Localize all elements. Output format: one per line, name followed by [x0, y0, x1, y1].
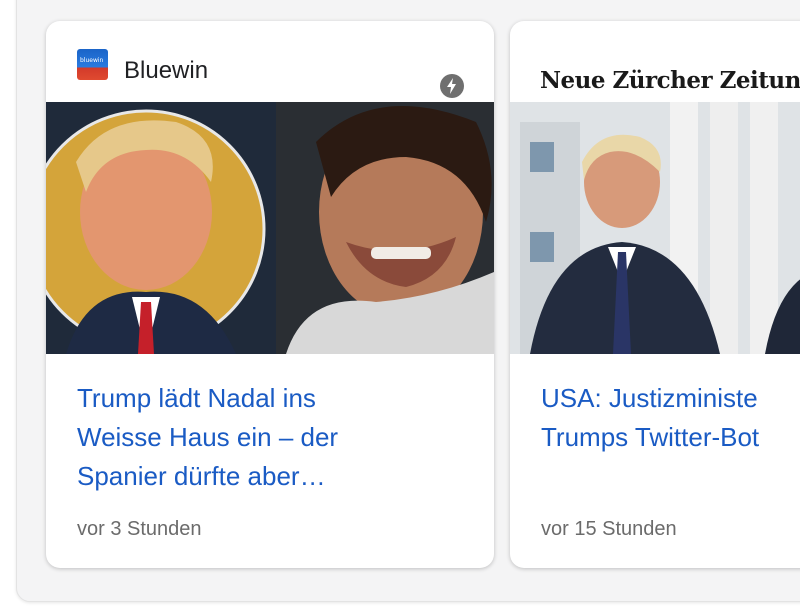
article-timestamp: vor 3 Stunden	[77, 518, 202, 540]
article-image[interactable]	[510, 102, 800, 354]
article-headline[interactable]: USA: Justizministe Trumps Twitter-Bot	[541, 379, 800, 457]
card-header: bluewin Bluewin	[46, 21, 494, 102]
news-card[interactable]: Neue Zürcher Zeitung USA: Justizministe …	[510, 21, 800, 568]
article-headline[interactable]: Trump lädt Nadal ins Weisse Haus ein – d…	[77, 379, 470, 496]
source-name: Neue Zürcher Zeitung	[540, 67, 800, 94]
card-header: Neue Zürcher Zeitung	[510, 21, 800, 102]
news-card[interactable]: bluewin Bluewin Trump lädt Nadal ins Wei…	[46, 21, 494, 568]
amp-lightning-icon	[440, 74, 464, 98]
article-timestamp: vor 15 Stunden	[541, 518, 677, 540]
bluewin-logo-icon: bluewin	[77, 49, 108, 80]
source-name: Bluewin	[124, 57, 209, 84]
article-image[interactable]	[46, 102, 494, 354]
